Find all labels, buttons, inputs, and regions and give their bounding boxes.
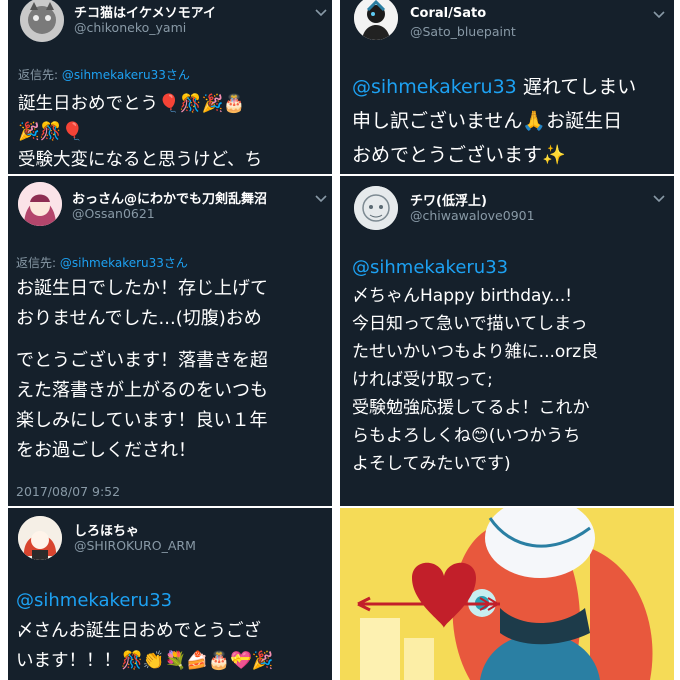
tweet-panel-shirohocha: しろほちゃ @SHIROKURO_ARM @sihmekakeru33 〆さんお… [8, 508, 332, 680]
display-name[interactable]: チコ猫はイケメソモアイ [74, 2, 216, 21]
tweet-line: 🎉🎊🎈 [18, 122, 84, 142]
fanart-illustration[interactable] [340, 508, 674, 680]
divider-horizontal [0, 174, 680, 176]
handle[interactable]: @SHIROKURO_ARM [74, 538, 196, 553]
display-name[interactable]: Coral/Sato [410, 6, 486, 21]
red-hair-avatar-icon[interactable] [18, 516, 62, 560]
tweet-line: らもよろしくね😊(いつかうち [352, 426, 581, 446]
timestamp[interactable]: 2017/08/07 9:52 [16, 484, 120, 499]
display-name[interactable]: おっさん@にわかでも刀剣乱舞沼 [72, 188, 267, 207]
tweet-line: 誕生日おめでとう🎈🎊🎉🎂 [18, 94, 246, 114]
reply-label: 返信先: [18, 68, 62, 82]
tweet-line: 受験勉強応援してるよ！これか [352, 398, 590, 418]
tweet-line: 〆さんお誕生日おめでとうござ [16, 621, 261, 641]
tweet-line: おめでとうございます✨ [352, 144, 566, 166]
tweet-line: をお過ごしくだされ！ [16, 440, 196, 461]
chevron-down-icon[interactable] [652, 194, 666, 204]
tweet-line: 今日知って急いで描いてしまっ [352, 314, 588, 334]
reply-to-line: 返信先: @sihmekakeru33さん [18, 66, 190, 83]
reply-to-line: 返信先: @sihmekakeru33さん [16, 254, 188, 271]
reply-to-link[interactable]: @sihmekakeru33さん [62, 68, 190, 82]
tweet-panel-coral: Coral/Sato @Sato_bluepaint @sihmekakeru3… [340, 0, 674, 174]
divider-horizontal [0, 506, 680, 508]
chevron-down-icon[interactable] [652, 10, 666, 20]
tweet-line: よそしてみたいです) [352, 454, 511, 474]
tweet-line: 楽しみにしています！良い１年 [16, 410, 268, 431]
tweet-panel-ossan: おっさん@にわかでも刀剣乱舞沼 @Ossan0621 返信先: @sihmeka… [8, 176, 332, 506]
divider-vertical [332, 0, 340, 680]
tweet-line: ければ受け取って; [352, 370, 493, 390]
chevron-down-icon[interactable] [314, 194, 328, 204]
handle[interactable]: @chiwawalove0901 [410, 208, 535, 223]
mention-link[interactable]: @sihmekakeru33 [352, 76, 517, 98]
artwork-svg [340, 508, 674, 680]
character-avatar-icon[interactable] [354, 0, 398, 40]
tweet-text: 誕生日おめでとう🎈🎊🎉🎂 🎉🎊🎈 受験大変になると思うけど、ち [18, 90, 262, 174]
tweet-line: たせいかいつもより雑に...orz良 [352, 342, 599, 362]
handle[interactable]: @chikoneko_yami [74, 20, 186, 35]
display-name[interactable]: しろほちゃ [74, 520, 139, 539]
reply-to-link[interactable]: @sihmekakeru33さん [60, 256, 188, 270]
cat-avatar-icon[interactable] [20, 0, 64, 42]
tweet-panel-chiko: チコ猫はイケメソモアイ @chikoneko_yami 返信先: @sihmek… [8, 0, 332, 174]
tweet-line-rest: 遅れてしまい [516, 76, 637, 98]
display-name[interactable]: チワ(低浮上) [410, 190, 487, 209]
mention-link[interactable]: @sihmekakeru33 [352, 254, 598, 282]
mention-link[interactable]: @sihmekakeru33 [16, 586, 274, 616]
tweet-panel-chiwa: チワ(低浮上) @chiwawalove0901 @sihmekakeru33 … [340, 176, 674, 506]
tweet-text: @sihmekakeru33 〆ちゃんHappy birthday...! 今日… [352, 254, 598, 478]
tweet-line: います！！！🎊👏💐🍰🎂💝🎉 [16, 651, 274, 671]
sketch-avatar-icon[interactable] [354, 186, 398, 230]
tweet-line: 受験大変になると思うけど、ち [18, 150, 263, 170]
reply-label: 返信先: [16, 256, 60, 270]
tweet-text: @sihmekakeru33 遅れてしまい 申し訳ございません🙏お誕生日 おめで… [352, 70, 636, 172]
anime-girl-avatar-icon[interactable] [18, 182, 62, 226]
handle[interactable]: @Sato_bluepaint [410, 24, 516, 39]
tweet-text: @sihmekakeru33 〆さんお誕生日おめでとうござ います！！！🎊👏💐🍰… [16, 586, 274, 676]
tweet-line: 〆ちゃんHappy birthday...! [352, 286, 573, 306]
chevron-down-icon[interactable] [314, 8, 328, 18]
tweet-line: @sihmekakeru33 遅れてしまい [352, 70, 636, 104]
tweet-line: お誕生日でしたか！存じ上げて [16, 278, 268, 299]
tweet-line: 申し訳ございません🙏お誕生日 [352, 110, 623, 132]
handle[interactable]: @Ossan0621 [72, 206, 155, 221]
tweet-line: おりませんでした...(切腹)おめ [16, 308, 262, 329]
tweet-text: お誕生日でしたか！存じ上げて おりませんでした...(切腹)おめ でとうございま… [16, 274, 268, 466]
tweet-line: でとうございます！落書きを超 [16, 350, 268, 371]
tweet-line: えた落書きが上がるのをいつも [16, 380, 268, 401]
